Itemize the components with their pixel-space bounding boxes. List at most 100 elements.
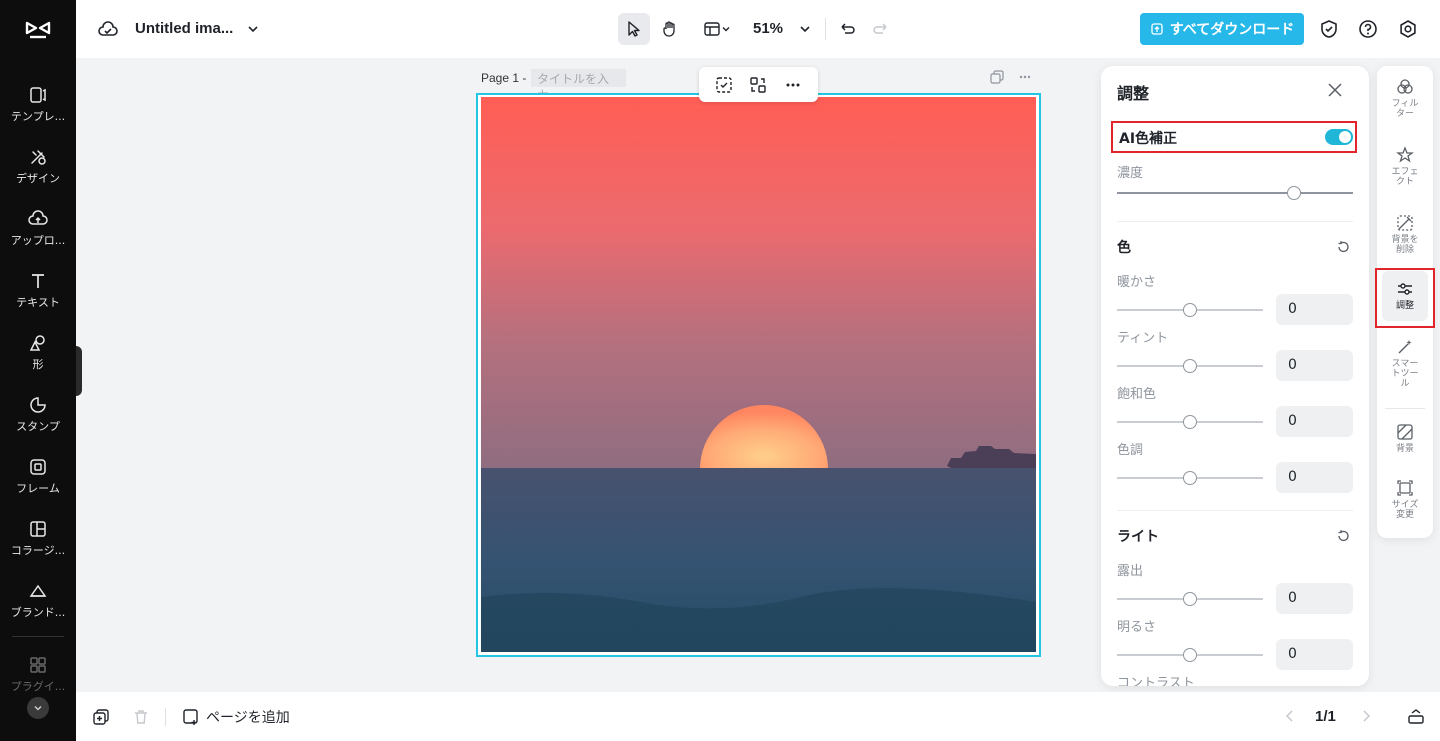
duplicate-page-icon[interactable] [990,70,1004,84]
chevron-right-icon[interactable] [1359,709,1373,723]
tool-label: 背景 [1395,444,1414,454]
cloud-save-icon[interactable] [98,20,118,38]
more-options-icon[interactable] [784,76,802,94]
chevron-down-icon[interactable] [246,22,260,36]
ai-color-correction-row: AI色補正 [1111,121,1357,153]
sidebar-item-brand[interactable]: ブランド... [0,581,76,637]
chevron-down-icon[interactable] [798,22,812,36]
redo-button[interactable] [868,13,896,45]
sidebar-item-sticker[interactable]: スタンプ [0,395,76,451]
intensity-slider[interactable] [1117,186,1353,200]
text-icon [32,274,44,288]
background-icon [1397,424,1413,440]
slider-knob[interactable] [1183,303,1197,317]
sidebar-item-label: スタンプ [16,420,60,433]
more-options-icon[interactable] [1018,70,1032,84]
sidebar-item-collage[interactable]: コラージ... [0,519,76,575]
tint-slider[interactable] [1117,359,1263,373]
sidebar-item-upload[interactable]: アップロ... [0,209,76,265]
filter-icon [1397,79,1413,94]
plugin-icon [30,657,46,673]
layout-menu-button[interactable] [696,13,738,45]
tint-value[interactable]: 0 [1276,350,1353,381]
sidebar-expand-button[interactable] [27,697,49,719]
trash-icon[interactable] [132,708,150,726]
exposure-value[interactable]: 0 [1276,583,1353,614]
brightness-slider[interactable] [1117,648,1263,662]
download-all-button[interactable]: すべてダウンロード [1140,13,1304,45]
exposure-slider[interactable] [1117,592,1263,606]
canvas-image[interactable] [481,97,1036,652]
ai-color-correction-toggle[interactable] [1325,129,1353,145]
cursor-icon [628,21,640,37]
saturation-label: 飽和色 [1117,387,1157,402]
select-area-icon[interactable] [715,76,733,94]
brightness-value[interactable]: 0 [1276,639,1353,670]
help-icon[interactable] [1358,19,1378,39]
warmth-value[interactable]: 0 [1276,294,1353,325]
tool-filter[interactable]: フィル ター [1377,78,1433,119]
reset-icon[interactable] [1336,240,1350,254]
top-bar: Untitled ima... 51% すべてダウンロード [76,0,1440,58]
sidebar-item-frame[interactable]: フレーム [0,457,76,513]
slider-knob[interactable] [1183,415,1197,429]
smart-tool-icon [1398,340,1412,354]
add-page-button[interactable]: ページを追加 [182,707,290,727]
undo-button[interactable] [832,13,860,45]
section-divider [1117,221,1353,222]
sidebar-item-label: テンプレ... [10,110,66,123]
tool-effect[interactable]: エフェ クト [1377,146,1433,187]
download-all-label: すべてダウンロード [1169,22,1295,38]
saturation-value[interactable]: 0 [1276,406,1353,437]
hand-icon [663,21,675,37]
replace-image-icon[interactable] [749,76,767,94]
settings-icon[interactable] [1398,19,1418,39]
panel-title: 調整 [1117,84,1150,103]
slider-knob[interactable] [1183,359,1197,373]
tint-label: ティント [1117,331,1169,346]
brand-icon [29,584,47,597]
tool-label: 背景を 削除 [1391,235,1419,255]
undo-icon [841,23,855,34]
frame-icon [30,459,46,475]
hue-label: 色調 [1117,443,1144,458]
select-tool-button[interactable] [618,13,650,45]
redo-icon [873,23,887,34]
page-title-input[interactable]: タイトルを入力 [531,69,626,103]
hue-value[interactable]: 0 [1276,462,1353,493]
shield-icon[interactable] [1319,19,1339,39]
reset-icon[interactable] [1336,529,1350,543]
duplicate-icon[interactable] [92,708,110,726]
hue-slider[interactable] [1117,471,1263,485]
adjust-tool-highlight-box [1375,268,1435,328]
sidebar-item-text[interactable]: テキスト [0,271,76,327]
tool-background[interactable]: 背景 [1377,423,1433,454]
chevron-left-icon[interactable] [1283,709,1297,723]
sidebar-item-shape[interactable]: 形 [0,333,76,389]
capcut-logo-icon[interactable] [24,16,52,44]
expand-pages-icon[interactable] [1407,707,1425,725]
slider-knob[interactable] [1183,471,1197,485]
slider-knob[interactable] [1183,592,1197,606]
tool-resize[interactable]: サイズ 変更 [1377,479,1433,520]
page-counter: 1/1 [1315,708,1336,725]
sidebar-item-design[interactable]: デザイン [0,147,76,203]
saturation-slider[interactable] [1117,415,1263,429]
tool-remove-background[interactable]: 背景を 削除 [1377,214,1433,255]
hand-tool-button[interactable] [654,13,686,45]
slider-knob[interactable] [1287,186,1301,200]
template-icon [30,87,46,103]
warmth-slider[interactable] [1117,303,1263,317]
close-icon[interactable] [1327,82,1343,98]
sidebar-item-template[interactable]: テンプレ... [0,85,76,141]
sidebar-collapse-handle[interactable] [76,346,82,396]
ai-color-correction-label: AI色補正 [1119,131,1178,147]
document-title[interactable]: Untitled ima... [135,20,233,37]
tool-divider [1385,408,1425,409]
sunset-photo [481,97,1036,652]
sticker-icon [30,397,46,413]
tool-label: フィル ター [1391,99,1419,119]
tool-smart-tool[interactable]: スマー トツー ル [1377,338,1433,389]
slider-knob[interactable] [1183,648,1197,662]
zoom-level[interactable]: 51% [753,20,783,37]
